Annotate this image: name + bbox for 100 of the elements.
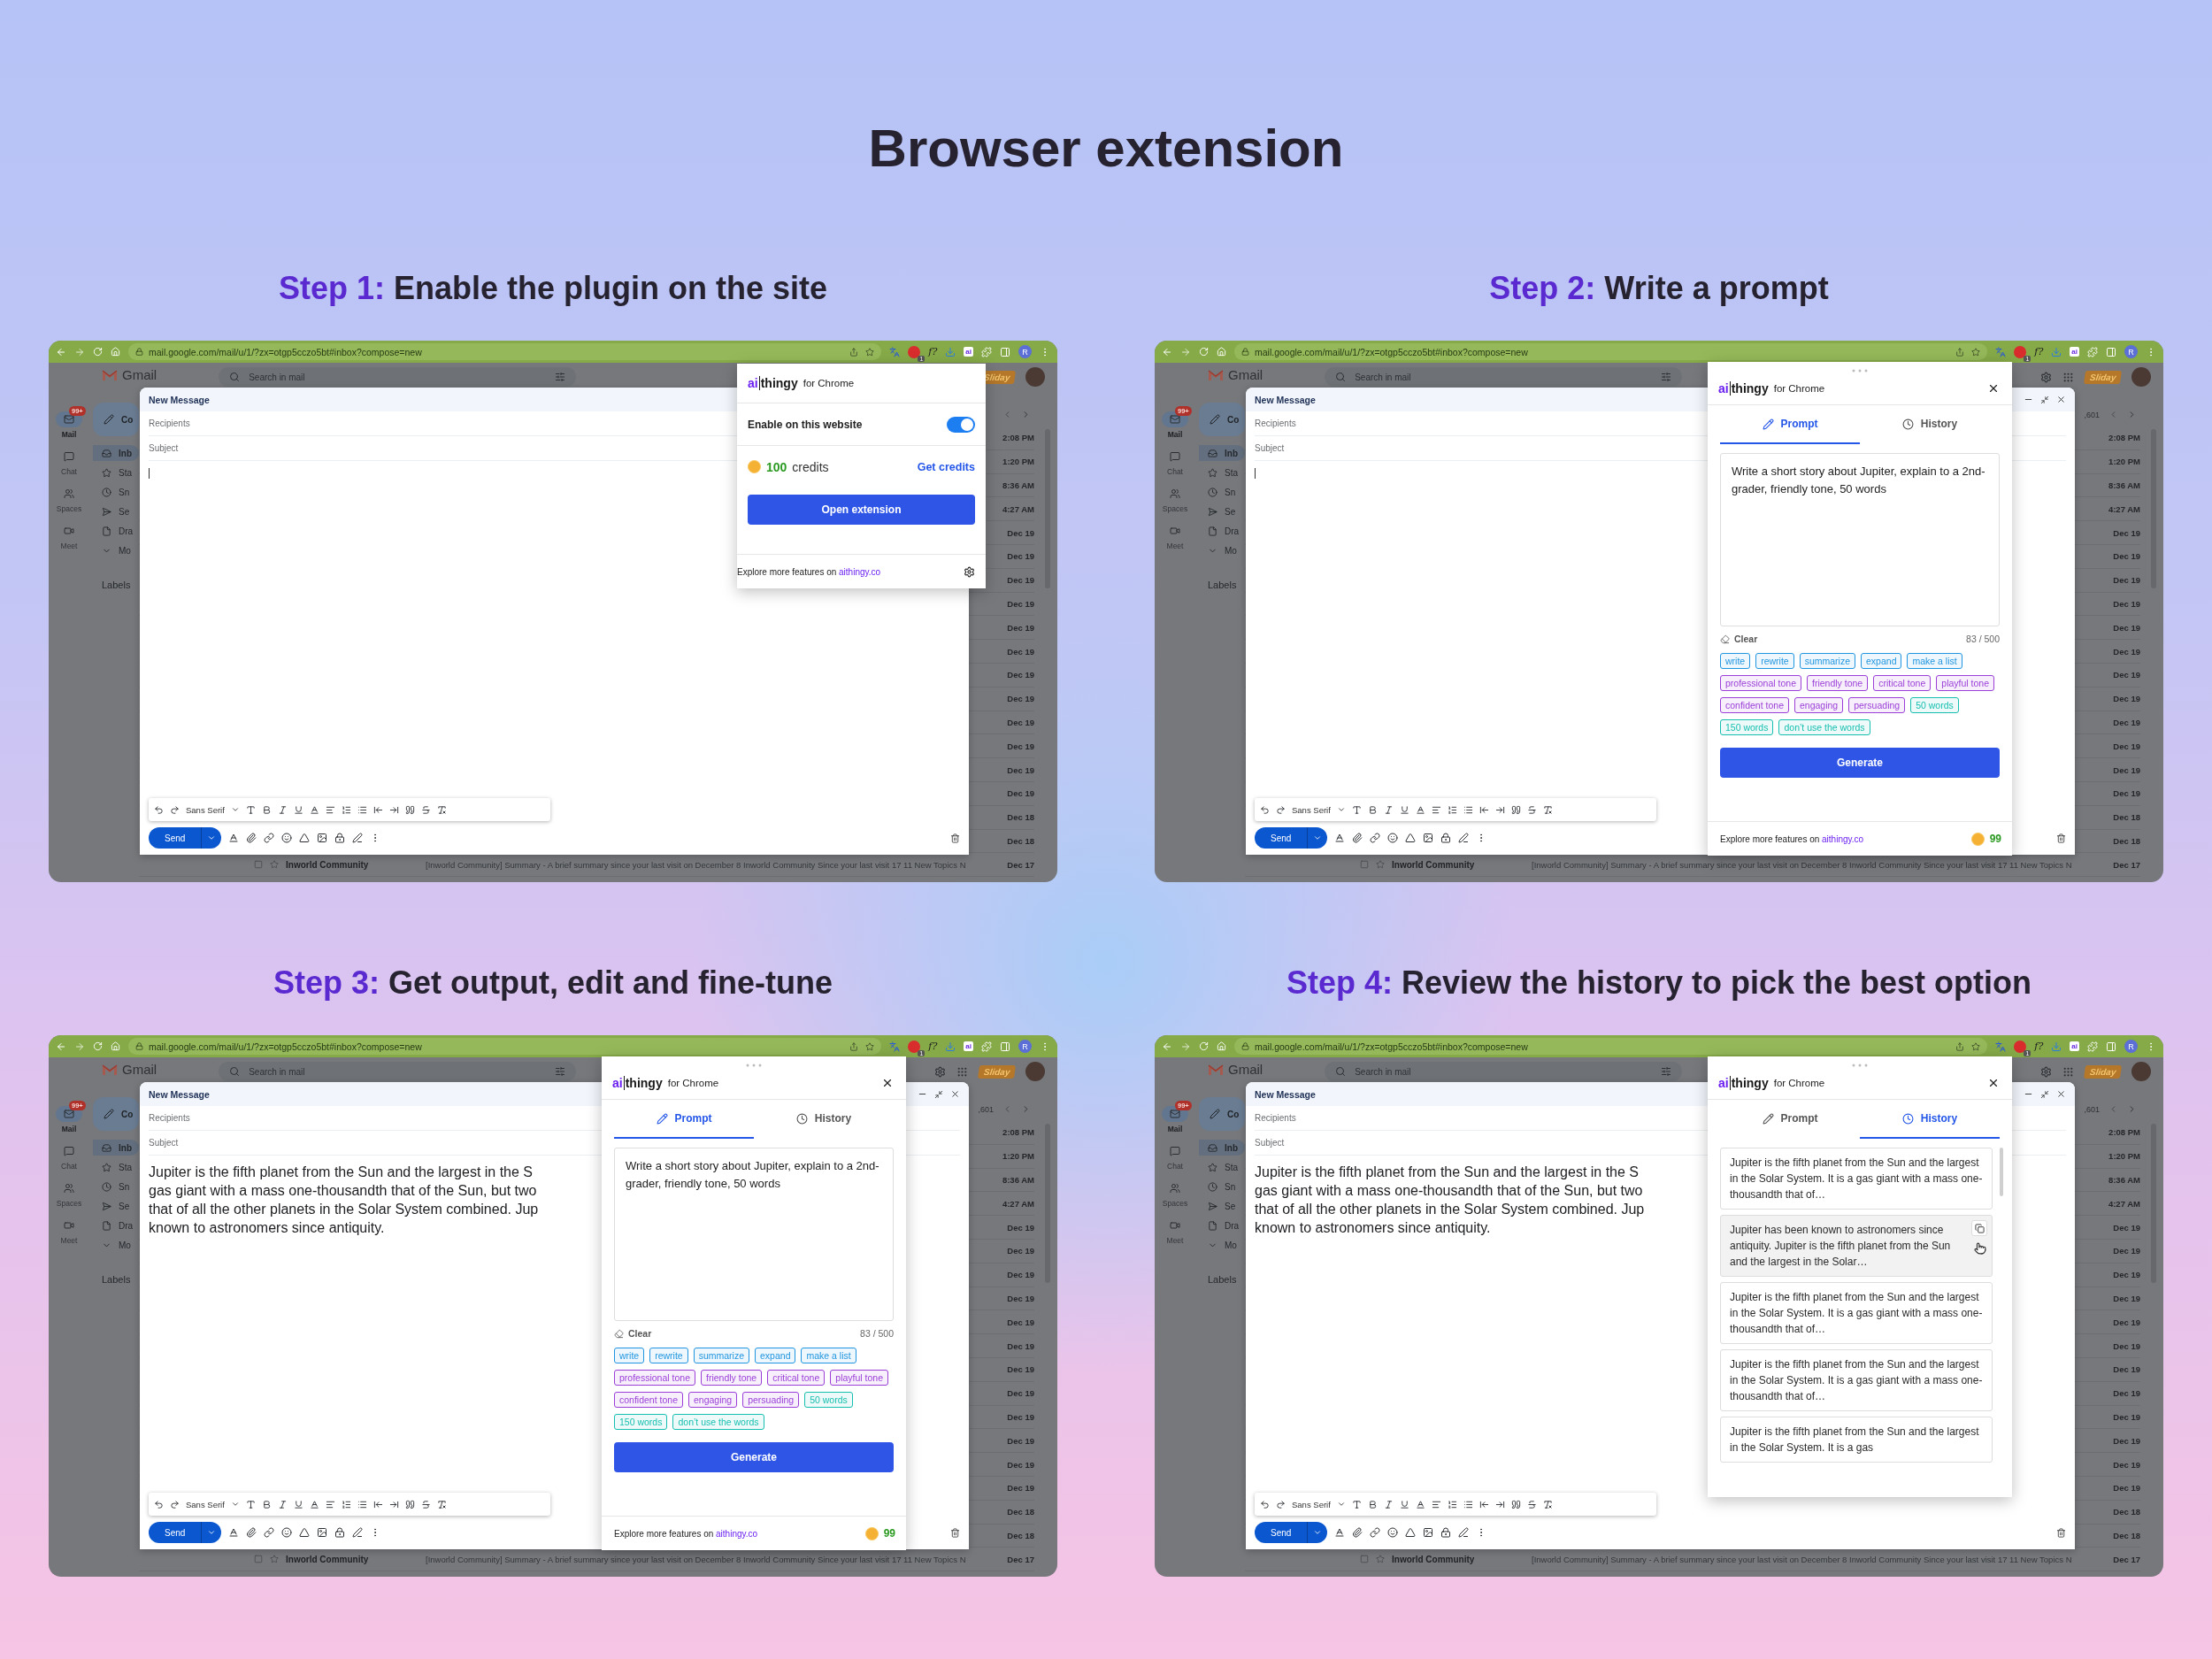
bulleted-list-icon[interactable] (1463, 1499, 1473, 1509)
indent-icon[interactable] (1494, 804, 1505, 815)
emoji-icon[interactable] (281, 1527, 293, 1538)
delete-icon[interactable] (2056, 833, 2066, 843)
close-icon[interactable] (2056, 1089, 2066, 1099)
indent-icon[interactable] (1494, 1499, 1505, 1509)
nav-item[interactable]: Mo (93, 1237, 139, 1253)
send-button[interactable]: Send (1255, 827, 1328, 849)
scrollbar[interactable] (2000, 1148, 2003, 1196)
prompt-chip[interactable]: summarize (693, 1348, 750, 1363)
extension-button[interactable]: ai (2070, 347, 2079, 357)
rail-item[interactable]: Chat (50, 1138, 88, 1171)
clear-button[interactable]: Clear (1720, 634, 1758, 644)
numbered-list-icon[interactable] (341, 804, 351, 815)
exit-fullscreen-icon[interactable] (2040, 1089, 2049, 1099)
extension-button[interactable]: ai (964, 1041, 973, 1051)
prompt-chip[interactable]: critical tone (1873, 675, 1932, 691)
quote-icon[interactable] (404, 804, 415, 815)
formatting-icon[interactable] (1334, 1527, 1346, 1538)
compose-button[interactable]: Co (93, 1097, 139, 1131)
text-size-icon[interactable] (245, 1499, 256, 1509)
settings-icon[interactable] (964, 565, 975, 578)
nav-item[interactable]: Dra (1199, 523, 1245, 539)
generate-button[interactable]: Generate (1720, 748, 2000, 778)
font-select[interactable]: Sans Serif (186, 804, 225, 815)
close-icon[interactable] (1987, 382, 2000, 395)
enable-toggle[interactable] (947, 416, 975, 433)
apps-grid-icon[interactable] (2062, 371, 2074, 383)
emoji-icon[interactable] (1387, 1527, 1399, 1538)
bulleted-list-icon[interactable] (357, 804, 367, 815)
star-icon[interactable] (865, 347, 875, 357)
numbered-list-icon[interactable] (341, 1499, 351, 1509)
nav-item[interactable]: Se (1199, 1198, 1245, 1214)
avatar[interactable] (1025, 1062, 1045, 1081)
address-bar[interactable]: mail.google.com/mail/u/1/?zx=otgp5cczo5bt#inbox?compose=new (1234, 343, 1988, 360)
text-color-icon[interactable] (309, 1499, 319, 1509)
rail-item[interactable]: Spaces (50, 1175, 88, 1208)
popup-tab[interactable]: Prompt (614, 1100, 754, 1139)
underline-icon[interactable] (1399, 804, 1409, 815)
drive-icon[interactable] (299, 1527, 311, 1538)
nav-item[interactable]: Dra (1199, 1217, 1245, 1233)
extension-button[interactable]: f? (2034, 1041, 2044, 1052)
side-panel-icon[interactable] (2106, 346, 2116, 357)
caret-icon[interactable] (230, 1500, 240, 1509)
image-icon[interactable] (1423, 833, 1434, 843)
nav-item[interactable]: Mo (1199, 542, 1245, 558)
address-bar[interactable]: mail.google.com/mail/u/1/?zx=otgp5cczo5bt#inbox?compose=new (1234, 1038, 1988, 1055)
nav-item[interactable]: Sta (93, 1159, 139, 1175)
prompt-chip[interactable]: critical tone (767, 1370, 826, 1386)
quote-icon[interactable] (1510, 1499, 1521, 1509)
rail-item[interactable]: Spaces (1156, 1175, 1194, 1208)
filter-icon[interactable] (555, 1066, 566, 1077)
strikethrough-icon[interactable] (420, 804, 431, 815)
prompt-chip[interactable]: engaging (687, 1392, 738, 1408)
rail-item[interactable]: Meet (1156, 518, 1194, 550)
star-icon[interactable] (1971, 347, 1981, 357)
clear-button[interactable]: Clear (614, 1328, 652, 1339)
quote-icon[interactable] (1510, 804, 1521, 815)
nav-item[interactable]: Mo (93, 542, 139, 558)
history-card[interactable]: Jupiter has been known to astronomers since antiquity. Jupiter is the fifth planet from the Sun and the largest in the Solar… (1720, 1215, 1993, 1277)
prompt-chip[interactable]: write (614, 1348, 645, 1363)
formatting-icon[interactable] (1334, 833, 1346, 843)
star-icon[interactable] (1376, 860, 1385, 870)
filter-icon[interactable] (1661, 1066, 1672, 1077)
nav-item[interactable]: Dra (93, 1217, 139, 1233)
extension-button[interactable]: ai (2070, 1041, 2079, 1051)
extension-button[interactable]: f? (928, 346, 938, 357)
star-icon[interactable] (270, 860, 279, 870)
prompt-chip[interactable]: professional tone (614, 1370, 695, 1386)
avatar[interactable] (1025, 367, 1045, 387)
font-select[interactable]: Sans Serif (1292, 804, 1331, 815)
extension-button[interactable]: f? (2034, 346, 2044, 357)
nav-item[interactable]: Sta (1199, 465, 1245, 480)
bold-icon[interactable] (261, 804, 272, 815)
nav-item[interactable]: Se (1199, 503, 1245, 519)
popup-tab[interactable]: History (1860, 1100, 2000, 1139)
emoji-icon[interactable] (1387, 833, 1399, 843)
prompt-field[interactable]: Write a short story about Jupiter, explain to a 2nd-grader, friendly tone, 50 words (1720, 453, 2000, 626)
undo-icon[interactable] (1260, 1499, 1270, 1509)
nav-item[interactable]: Mo (1199, 1237, 1245, 1253)
bold-icon[interactable] (1367, 1499, 1378, 1509)
compose-button[interactable]: Co (1199, 403, 1245, 436)
address-bar[interactable]: mail.google.com/mail/u/1/?zx=otgp5cczo5bt#inbox?compose=new (128, 343, 882, 360)
send-button[interactable]: Send (149, 1522, 222, 1543)
prompt-chip[interactable]: engaging (1793, 697, 1844, 713)
align-icon[interactable] (1431, 804, 1441, 815)
prompt-chip[interactable]: playful tone (830, 1370, 888, 1386)
filter-icon[interactable] (1661, 372, 1672, 382)
exit-fullscreen-icon[interactable] (934, 1089, 943, 1099)
prompt-chip[interactable]: make a list (1907, 653, 1962, 669)
side-panel-icon[interactable] (2106, 1041, 2116, 1052)
formatting-icon[interactable] (228, 833, 240, 843)
redo-icon[interactable] (1276, 1499, 1286, 1509)
address-bar[interactable]: mail.google.com/mail/u/1/?zx=otgp5cczo5bt#inbox?compose=new (128, 1038, 882, 1055)
undo-icon[interactable] (1260, 804, 1270, 815)
italic-icon[interactable] (1383, 1499, 1394, 1509)
drag-handle-icon[interactable] (746, 1064, 762, 1067)
drive-icon[interactable] (1405, 1527, 1417, 1538)
nav-item[interactable]: Inb (93, 445, 139, 461)
prompt-chip[interactable]: persuading (742, 1392, 800, 1408)
